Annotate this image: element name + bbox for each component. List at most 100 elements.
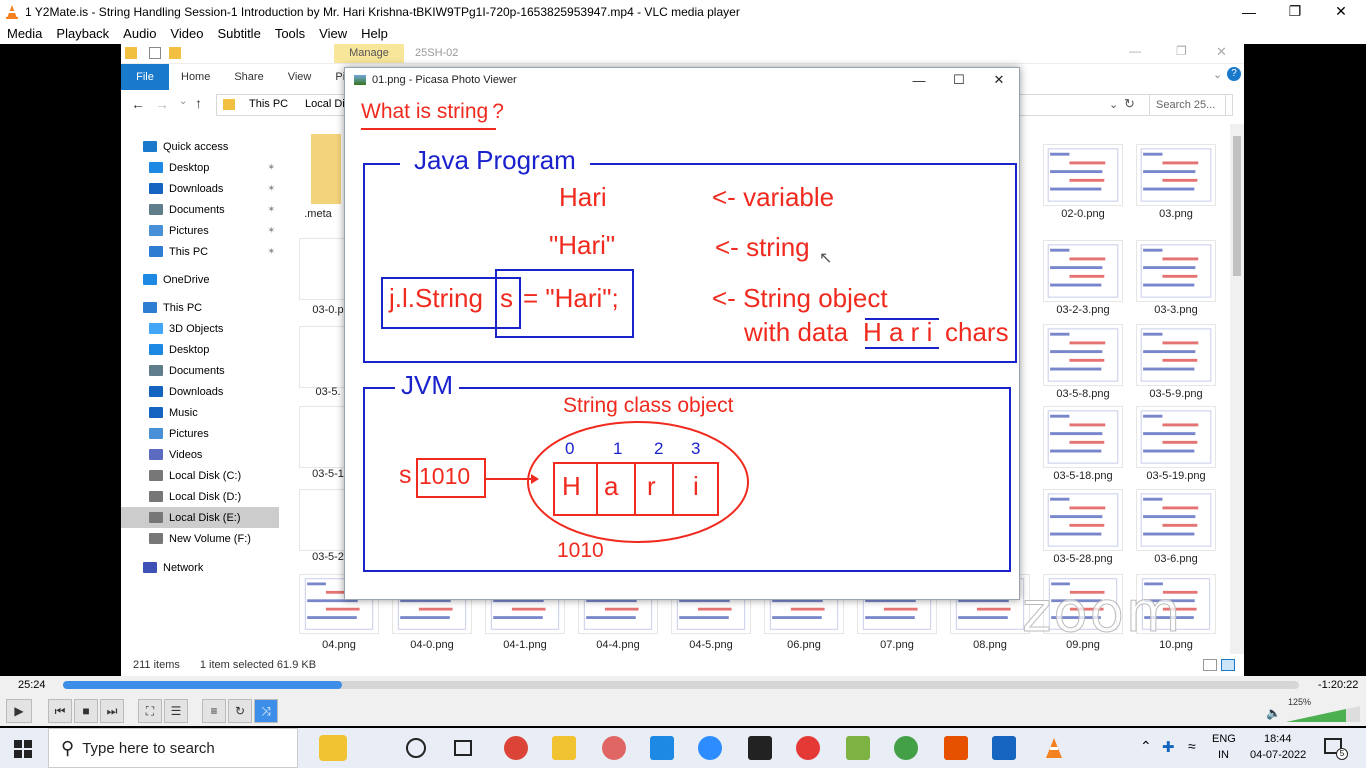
cortana-icon[interactable] xyxy=(406,738,426,758)
scrollbar-thumb[interactable] xyxy=(1233,136,1241,276)
taskbar-search-box[interactable]: ⚲ Type here to search xyxy=(48,728,347,768)
sidebar-item-documents[interactable]: Documents ✶ xyxy=(121,199,279,220)
menu-subtitle[interactable]: Subtitle xyxy=(210,26,267,41)
picasa-maximize-button[interactable]: ☐ xyxy=(939,68,979,92)
file-explorer-icon[interactable] xyxy=(552,736,576,760)
sidebar-item-videos[interactable]: Videos xyxy=(121,444,279,465)
sidebar-item-downloads[interactable]: Downloads xyxy=(121,381,279,402)
tray-add-icon[interactable]: ✚ xyxy=(1162,738,1175,756)
picasa-minimize-button[interactable]: — xyxy=(899,68,939,92)
file-thumbnail[interactable] xyxy=(1136,406,1216,468)
wifi-icon[interactable]: ≈ xyxy=(1188,738,1196,754)
chevron-down-icon[interactable]: ⌄ xyxy=(1213,68,1222,81)
editor-icon[interactable] xyxy=(846,736,870,760)
close-button[interactable]: ✕ xyxy=(1318,0,1364,23)
up-arrow-icon[interactable]: ↑ xyxy=(195,95,202,111)
manage-tab[interactable]: Manage xyxy=(334,44,404,63)
loop-icon[interactable]: ↻ xyxy=(228,699,252,723)
new-folder-icon[interactable] xyxy=(169,47,181,59)
sidebar-item-onedrive[interactable]: OneDrive xyxy=(121,269,279,290)
tab-view[interactable]: View xyxy=(276,71,324,83)
extended-settings-icon[interactable]: ☰ xyxy=(164,699,188,723)
explorer-restore-button[interactable]: ❐ xyxy=(1176,44,1187,58)
file-thumbnail[interactable] xyxy=(1136,324,1216,386)
photos-icon[interactable] xyxy=(992,736,1016,760)
sidebar-item-pictures[interactable]: Pictures ✶ xyxy=(121,220,279,241)
record-icon[interactable] xyxy=(796,736,820,760)
menu-video[interactable]: Video xyxy=(163,26,210,41)
file-thumbnail[interactable] xyxy=(299,406,349,468)
properties-icon[interactable] xyxy=(149,47,161,59)
menu-view[interactable]: View xyxy=(312,26,354,41)
spring-icon[interactable] xyxy=(894,736,918,760)
search-input[interactable]: Search 25... xyxy=(1149,94,1233,116)
seek-slider[interactable] xyxy=(63,681,1299,689)
play-icon[interactable]: ▶ xyxy=(6,699,32,723)
file-thumbnail[interactable] xyxy=(1043,144,1123,206)
playlist-icon[interactable]: ≡ xyxy=(202,699,226,723)
sidebar-item-desktop[interactable]: Desktop ✶ xyxy=(121,157,279,178)
tab-file[interactable]: File xyxy=(121,64,169,90)
address-dropdown-icon[interactable]: ⌄ xyxy=(1109,98,1118,111)
menu-help[interactable]: Help xyxy=(354,26,395,41)
help-icon[interactable]: ? xyxy=(1227,67,1241,81)
previous-icon[interactable]: ⏮ xyxy=(48,699,72,723)
clock-date[interactable]: 04-07-2022 xyxy=(1250,749,1306,761)
sidebar-item-documents[interactable]: Documents xyxy=(121,360,279,381)
picasa-close-button[interactable]: ✕ xyxy=(979,68,1019,92)
folder-thumbnail[interactable] xyxy=(311,134,341,204)
sidebar-item-quick-access[interactable]: Quick access xyxy=(121,136,279,157)
clock-time[interactable]: 18:44 xyxy=(1264,733,1292,745)
large-icons-view-icon[interactable] xyxy=(1221,659,1235,671)
chrome-icon[interactable] xyxy=(504,736,528,760)
forward-arrow-icon[interactable]: → xyxy=(155,96,169,112)
vlc-taskbar-icon[interactable] xyxy=(1042,736,1066,760)
sidebar-item-desktop[interactable]: Desktop xyxy=(121,339,279,360)
zoom-icon[interactable] xyxy=(698,736,722,760)
back-arrow-icon[interactable]: ← xyxy=(131,96,145,112)
restore-button[interactable]: ❐ xyxy=(1272,0,1318,23)
tab-share[interactable]: Share xyxy=(222,71,275,83)
menu-playback[interactable]: Playback xyxy=(49,26,116,41)
file-thumbnail[interactable] xyxy=(299,326,349,388)
breadcrumb-this-pc[interactable]: This PC xyxy=(249,98,288,110)
recent-chevron-icon[interactable]: ⌄ xyxy=(179,96,187,107)
sidebar-item-network[interactable]: Network xyxy=(121,557,279,578)
file-thumbnail[interactable] xyxy=(1136,489,1216,551)
menu-audio[interactable]: Audio xyxy=(116,26,163,41)
file-thumbnail[interactable] xyxy=(1043,489,1123,551)
snipping-tool-icon[interactable] xyxy=(602,736,626,760)
fullscreen-icon[interactable]: ⛶ xyxy=(138,699,162,723)
tab-home[interactable]: Home xyxy=(169,71,222,83)
volume-slider[interactable] xyxy=(1286,706,1360,722)
sidebar-item-this-pc[interactable]: This PC xyxy=(121,297,279,318)
sidebar-item-local-disk-c[interactable]: Local Disk (C:) xyxy=(121,465,279,486)
tray-chevron-icon[interactable]: ⌃ xyxy=(1140,738,1152,755)
sidebar-item-music[interactable]: Music xyxy=(121,402,279,423)
file-thumbnail[interactable] xyxy=(1043,406,1123,468)
speaker-icon[interactable]: 🔈 xyxy=(1266,706,1281,720)
sidebar-item-downloads[interactable]: Downloads ✶ xyxy=(121,178,279,199)
next-icon[interactable]: ⏭ xyxy=(100,699,124,723)
task-view-icon[interactable] xyxy=(454,740,472,756)
file-thumbnail[interactable] xyxy=(1043,240,1123,302)
menu-tools[interactable]: Tools xyxy=(268,26,312,41)
stop-icon[interactable]: ■ xyxy=(74,699,98,723)
sidebar-item-new-volume-f[interactable]: New Volume (F:) xyxy=(121,528,279,549)
menu-media[interactable]: Media xyxy=(0,26,49,41)
sidebar-item-local-disk-d[interactable]: Local Disk (D:) xyxy=(121,486,279,507)
file-thumbnail[interactable] xyxy=(299,238,349,300)
minimize-button[interactable]: — xyxy=(1226,0,1272,23)
vertical-scrollbar[interactable] xyxy=(1230,124,1244,654)
explorer-close-button[interactable]: ✕ xyxy=(1216,44,1227,60)
file-thumbnail[interactable] xyxy=(1136,144,1216,206)
explorer-minimize-button[interactable]: — xyxy=(1129,44,1141,58)
region-code[interactable]: IN xyxy=(1218,749,1229,761)
sidebar-item-this-pc[interactable]: This PC ✶ xyxy=(121,241,279,262)
language-code[interactable]: ENG xyxy=(1212,733,1236,745)
windows-start-icon[interactable] xyxy=(14,740,32,758)
sticky-notes-icon[interactable] xyxy=(748,736,772,760)
powerpoint-icon[interactable] xyxy=(944,736,968,760)
store-icon[interactable] xyxy=(650,736,674,760)
details-view-icon[interactable] xyxy=(1203,659,1217,671)
